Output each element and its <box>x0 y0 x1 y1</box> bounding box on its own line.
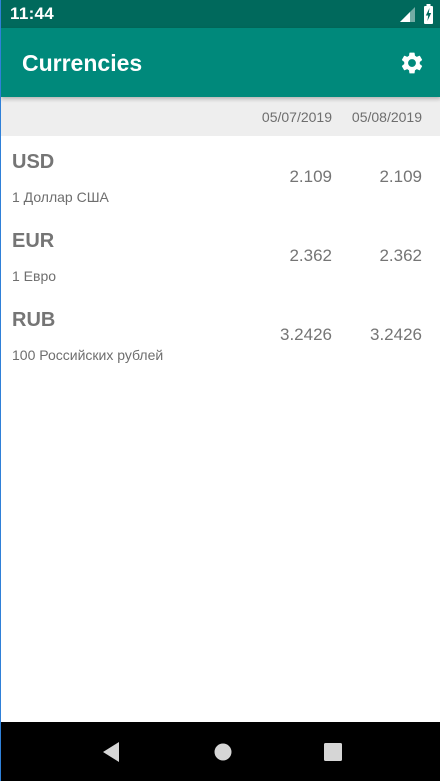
currency-name: 100 Российских рублей <box>12 347 164 363</box>
currency-code: EUR <box>12 230 55 252</box>
status-time: 11:44 <box>10 4 55 23</box>
signal-icon <box>400 7 415 22</box>
currency-row-usd[interactable]: USD 1 Доллар США 2.109 2.109 <box>1 136 440 215</box>
phone-screen: 11:44 Currencies 05/07/2019 05/08/2019 U… <box>0 0 440 781</box>
battery-icon <box>424 4 433 24</box>
currency-row-rub[interactable]: RUB 100 Российских рублей 3.2426 3.2426 <box>1 294 440 373</box>
navigation-bar <box>1 722 440 781</box>
rate-date-1: 3.2426 <box>280 325 332 344</box>
date-column-1: 05/07/2019 <box>261 109 332 125</box>
currency-list: USD 1 Доллар США 2.109 2.109 EUR 1 Евро … <box>1 136 440 373</box>
home-icon[interactable] <box>211 741 235 763</box>
rate-date-1: 2.109 <box>289 167 332 186</box>
back-icon[interactable] <box>100 741 124 763</box>
rate-date-2: 2.109 <box>379 167 422 186</box>
date-header: 05/07/2019 05/08/2019 <box>1 97 440 136</box>
rate-date-1: 2.362 <box>289 246 332 265</box>
gear-icon <box>401 52 423 74</box>
recents-icon[interactable] <box>321 741 345 763</box>
app-title: Currencies <box>22 50 143 76</box>
currency-code: USD <box>12 151 55 173</box>
currency-name: 1 Доллар США <box>12 189 109 205</box>
currency-row-eur[interactable]: EUR 1 Евро 2.362 2.362 <box>1 215 440 294</box>
rate-date-2: 2.362 <box>379 246 422 265</box>
currency-name: 1 Евро <box>12 268 57 284</box>
app-bar: Currencies <box>1 28 440 97</box>
status-bar: 11:44 <box>1 0 440 28</box>
currency-code: RUB <box>12 309 56 331</box>
settings-button[interactable] <box>395 46 429 80</box>
rate-date-2: 3.2426 <box>370 325 422 344</box>
date-column-2: 05/08/2019 <box>351 109 422 125</box>
